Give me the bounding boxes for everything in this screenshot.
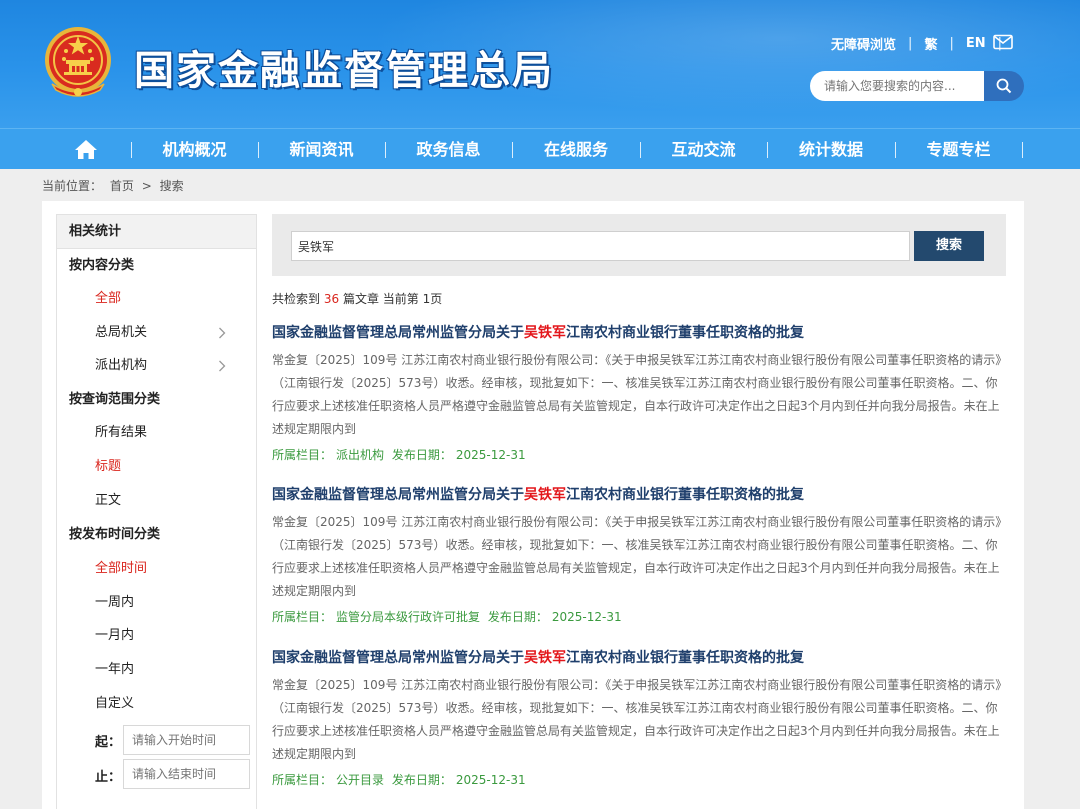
- nav-separator: [1022, 142, 1023, 158]
- title-highlight: 吴铁军: [524, 650, 566, 666]
- nav-item-government-info[interactable]: 政务信息: [385, 129, 512, 170]
- title-text: 国家金融监督管理总局常州监管分局关于: [272, 487, 524, 503]
- result-snippet: 常金复〔2025〕109号 江苏江南农村商业银行股份有限公司：《关于申报吴铁军江…: [272, 515, 1008, 598]
- breadcrumb-home[interactable]: 首页: [110, 179, 134, 193]
- filter-scope-title[interactable]: 标题: [57, 457, 256, 477]
- category-content: 按内容分类: [69, 258, 135, 273]
- result-column[interactable]: 公开目录: [336, 773, 384, 787]
- date-label: 发布日期：: [391, 448, 452, 462]
- breadcrumb-current: 搜索: [159, 179, 184, 193]
- column-label: 所属栏目：: [272, 610, 333, 624]
- breadcrumb-prefix: 当前位置：: [42, 179, 103, 193]
- category-scope: 按查询范围分类: [69, 392, 161, 407]
- title-highlight: 吴铁军: [524, 325, 566, 341]
- column-label: 所属栏目：: [272, 773, 333, 787]
- result-item: 国家金融监督管理总局常州监管分局关于吴铁军江南农村商业银行董事任职资格的批复 常…: [272, 485, 1008, 625]
- result-title[interactable]: 国家金融监督管理总局常州监管分局关于吴铁军江南农村商业银行董事任职资格的批复: [272, 323, 1008, 343]
- filter-content-all[interactable]: 全部: [57, 289, 256, 309]
- search-button[interactable]: 搜索: [914, 231, 984, 261]
- result-count: 36: [323, 292, 340, 306]
- link-separator: |: [949, 36, 954, 51]
- query-input[interactable]: [291, 231, 910, 261]
- filter-content-dispatched[interactable]: 派出机构: [57, 356, 256, 376]
- filter-sidebar: 相关统计 按内容分类 全部 总局机关 派出机构 按查询范围分类 所有结果 标题 …: [56, 214, 257, 809]
- filter-time-all[interactable]: 全部时间: [57, 559, 256, 579]
- breadcrumb: 当前位置： 首页 > 搜索: [42, 177, 188, 194]
- search-icon: [996, 78, 1012, 94]
- chevron-right-icon: [219, 360, 226, 372]
- result-meta: 所属栏目： 监管分局本级行政许可批复 发布日期： 2025-12-31: [272, 608, 1008, 625]
- nav-item-special-topics[interactable]: 专题专栏: [895, 129, 1022, 170]
- filter-content-headquarters[interactable]: 总局机关: [57, 323, 256, 343]
- summary-prefix: 共检索到: [272, 292, 321, 306]
- site-search: [810, 71, 1024, 101]
- accessibility-link[interactable]: 无障碍浏览: [831, 34, 896, 53]
- date-label: 发布日期：: [391, 773, 452, 787]
- date-label: 发布日期：: [487, 610, 548, 624]
- filter-scope-all[interactable]: 所有结果: [57, 423, 256, 443]
- title-text: 江南农村商业银行董事任职资格的批复: [566, 650, 804, 666]
- summary-suffix: 篇文章 当前第 1页: [342, 292, 443, 306]
- title-highlight: 吴铁军: [524, 487, 566, 503]
- filter-time-month[interactable]: 一月内: [57, 626, 256, 646]
- nav-item-institution[interactable]: 机构概况: [131, 129, 258, 170]
- result-date: 2025-12-31: [455, 448, 526, 462]
- filter-time-week[interactable]: 一周内: [57, 593, 256, 613]
- site-search-input[interactable]: [810, 71, 986, 101]
- nav-item-interaction[interactable]: 互动交流: [640, 129, 767, 170]
- result-item: 国家金融监督管理总局常州监管分局关于吴铁军江南农村商业银行董事任职资格的批复 常…: [272, 648, 1008, 788]
- breadcrumb-separator: >: [141, 179, 152, 193]
- result-title[interactable]: 国家金融监督管理总局常州监管分局关于吴铁军江南农村商业银行董事任职资格的批复: [272, 485, 1008, 505]
- result-snippet: 常金复〔2025〕109号 江苏江南农村商业银行股份有限公司：《关于申报吴铁军江…: [272, 353, 1008, 436]
- link-separator: |: [908, 36, 913, 51]
- start-date-input[interactable]: [123, 725, 250, 755]
- chevron-right-icon: [219, 327, 226, 339]
- filter-scope-body[interactable]: 正文: [57, 491, 256, 511]
- national-emblem-icon[interactable]: [42, 24, 114, 100]
- nav-item-statistics[interactable]: 统计数据: [767, 129, 895, 170]
- top-links: 无障碍浏览 | 繁 | EN |: [831, 34, 1014, 53]
- site-title[interactable]: 国家金融监督管理总局: [134, 38, 554, 96]
- english-link[interactable]: EN: [966, 36, 986, 51]
- result-column[interactable]: 派出机构: [336, 448, 384, 462]
- site-search-button[interactable]: [984, 71, 1024, 101]
- home-icon[interactable]: [74, 139, 98, 160]
- result-meta: 所属栏目： 派出机构 发布日期： 2025-12-31: [272, 446, 1008, 463]
- main-nav: 机构概况 新闻资讯 政务信息 在线服务 互动交流 统计数据 专题专栏: [0, 128, 1080, 169]
- filter-label: 总局机关: [95, 325, 148, 340]
- end-date-label: 止：: [95, 770, 122, 785]
- start-date-label: 起：: [95, 735, 122, 750]
- category-time: 按发布时间分类: [69, 527, 161, 542]
- end-date-input[interactable]: [123, 759, 250, 789]
- result-date: 2025-12-31: [551, 610, 622, 624]
- title-text: 国家金融监督管理总局常州监管分局关于: [272, 325, 524, 341]
- search-panel: 搜索: [272, 214, 1006, 276]
- title-text: 国家金融监督管理总局常州监管分局关于: [272, 650, 524, 666]
- filter-time-year[interactable]: 一年内: [57, 660, 256, 680]
- result-date: 2025-12-31: [455, 773, 526, 787]
- result-snippet: 常金复〔2025〕109号 江苏江南农村商业银行股份有限公司：《关于申报吴铁军江…: [272, 678, 1008, 761]
- column-label: 所属栏目：: [272, 448, 333, 462]
- result-item: 国家金融监督管理总局常州监管分局关于吴铁军江南农村商业银行董事任职资格的批复 常…: [272, 323, 1008, 463]
- traditional-chinese-link[interactable]: 繁: [924, 34, 937, 53]
- result-title[interactable]: 国家金融监督管理总局常州监管分局关于吴铁军江南农村商业银行董事任职资格的批复: [272, 648, 1008, 668]
- result-column[interactable]: 监管分局本级行政许可批复: [336, 610, 480, 624]
- filter-time-custom[interactable]: 自定义: [57, 694, 256, 714]
- sidebar-header: 相关统计: [57, 215, 256, 249]
- title-text: 江南农村商业银行董事任职资格的批复: [566, 325, 804, 341]
- main-content: 相关统计 按内容分类 全部 总局机关 派出机构 按查询范围分类 所有结果 标题 …: [42, 201, 1024, 809]
- filter-label: 派出机构: [95, 358, 148, 373]
- mail-icon[interactable]: [993, 34, 1013, 50]
- nav-item-online-services[interactable]: 在线服务: [512, 129, 640, 170]
- title-text: 江南农村商业银行董事任职资格的批复: [566, 487, 804, 503]
- result-meta: 所属栏目： 公开目录 发布日期： 2025-12-31: [272, 771, 1008, 788]
- result-summary: 共检索到 36 篇文章 当前第 1页: [272, 290, 442, 307]
- nav-item-news[interactable]: 新闻资讯: [258, 129, 385, 170]
- site-header: 国家金融监督管理总局 无障碍浏览 | 繁 | EN |: [0, 0, 1080, 128]
